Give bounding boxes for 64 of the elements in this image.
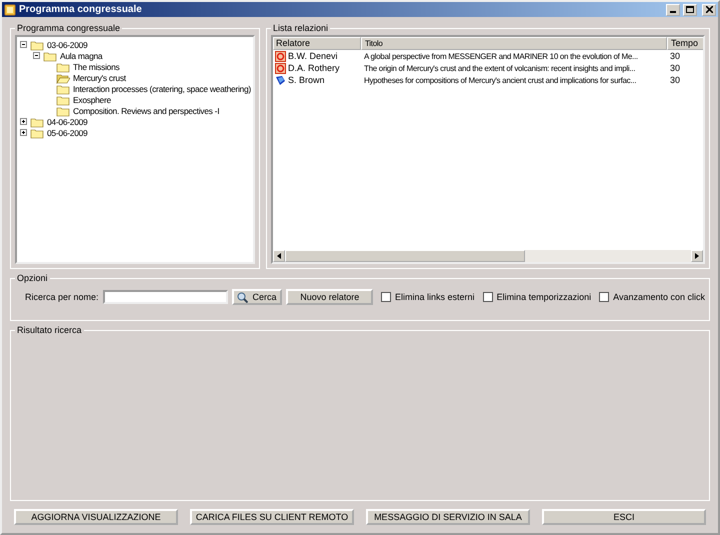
tree-item[interactable]: 03-06-2009 <box>47 40 88 50</box>
table-cell-text: 30 <box>669 75 682 85</box>
expander-icon[interactable] <box>20 118 27 125</box>
action-button[interactable]: ESCI <box>542 509 706 525</box>
table-cell-text: A global perspective from MESSENGER and MARINER 10 on the evolution of Me... <box>363 52 639 60</box>
column-header[interactable]: Titolo <box>361 37 667 50</box>
search-icon <box>237 292 248 302</box>
expander-icon[interactable] <box>20 129 27 136</box>
search-label: Ricerca per nome: <box>25 292 99 302</box>
close-button[interactable] <box>702 4 716 16</box>
maximize-icon <box>686 6 694 13</box>
slides-icon <box>275 50 286 62</box>
search-button[interactable]: Cerca <box>232 289 282 305</box>
new-speaker-button[interactable]: Nuovo relatore <box>286 289 374 305</box>
window-title: Programma congressuale <box>19 4 143 15</box>
table-cell-text: The origin of Mercury's crust and the extent of volcanism: recent insights and impli... <box>363 64 636 72</box>
minimize-button[interactable] <box>666 4 680 16</box>
table-cell-text: 30 <box>669 63 682 73</box>
table-cell-text: 30 <box>669 51 682 61</box>
folder-icon <box>30 38 44 50</box>
tree-item[interactable]: Interaction processes (cratering, space weathering) <box>73 84 251 94</box>
panel-title: Programma congressuale <box>16 23 122 33</box>
checkbox-label: Elimina links esterni <box>395 292 475 302</box>
table-cell-text: Hypotheses for compositions of Mercury's ancient crust and implications for surfac... <box>363 76 638 84</box>
horizontal-scrollbar[interactable] <box>273 250 703 262</box>
right-arrow-icon <box>695 253 699 259</box>
checkbox-label: Avanzamento con click <box>613 292 705 302</box>
maximize-button[interactable] <box>683 4 697 16</box>
search-field[interactable] <box>102 290 228 304</box>
folder-icon <box>30 116 44 128</box>
expander-icon[interactable] <box>33 52 40 59</box>
computer-icon <box>275 74 286 86</box>
tree-item[interactable]: 05-06-2009 <box>47 128 88 138</box>
scroll-right-button[interactable] <box>691 250 703 262</box>
table-cell: D.A. Rothery <box>288 63 340 73</box>
slides-icon <box>275 62 286 74</box>
action-button[interactable]: AGGIORNA VISUALIZZAZIONE <box>14 509 178 525</box>
tree-item[interactable]: Mercury's crust <box>73 72 126 82</box>
checkbox-label: Elimina temporizzazioni <box>496 292 592 302</box>
tree-item[interactable]: Exosphere <box>73 94 111 104</box>
panel-title: Risultato ricerca <box>16 325 83 335</box>
checkbox[interactable] <box>381 292 392 302</box>
table-cell: B.W. Denevi <box>288 51 338 61</box>
table-cell: S. Brown <box>288 75 325 85</box>
tree-item[interactable]: 04-06-2009 <box>47 116 88 126</box>
folder-icon <box>30 126 44 138</box>
scroll-left-button[interactable] <box>273 250 285 262</box>
column-header[interactable]: Relatore <box>273 37 361 50</box>
tree-item[interactable]: Aula magna <box>60 50 102 60</box>
folder-icon <box>43 50 57 62</box>
action-button[interactable]: MESSAGGIO DI SERVIZIO IN SALA <box>366 509 530 525</box>
column-header[interactable]: Tempo <box>667 37 703 50</box>
checkbox[interactable] <box>599 292 610 302</box>
close-icon <box>706 6 712 13</box>
panel-title: Opzioni <box>16 273 49 283</box>
action-button[interactable]: CARICA FILES SU CLIENT REMOTO <box>190 509 354 525</box>
scroll-thumb[interactable] <box>285 250 525 262</box>
tree-item[interactable]: Composition. Reviews and perspectives -I <box>73 106 220 116</box>
app-icon <box>4 4 16 16</box>
expander-icon[interactable] <box>20 41 27 48</box>
panel-title: Lista relazioni <box>272 23 330 33</box>
tree-item[interactable]: The missions <box>73 62 120 72</box>
checkbox[interactable] <box>482 292 493 302</box>
left-arrow-icon <box>277 253 281 259</box>
